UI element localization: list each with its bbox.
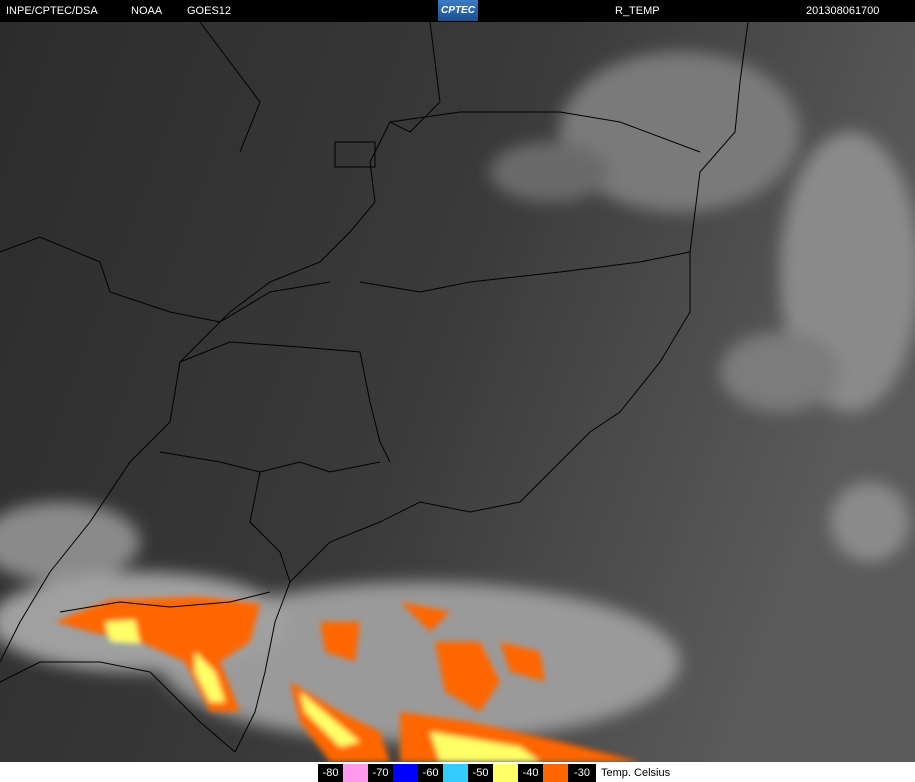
legend-swatch-orange <box>543 764 568 782</box>
source-label: INPE/CPTEC/DSA <box>6 5 98 17</box>
legend-swatch-cyan <box>443 764 468 782</box>
legend-swatch-pink <box>343 764 368 782</box>
timestamp-label: 201308061700 <box>806 5 880 17</box>
product-label: R_TEMP <box>615 5 660 17</box>
temperature-legend: -80 -70 -60 -50 -40 -30 Temp. Celsius <box>0 762 915 782</box>
legend-unit: Temp. Celsius <box>601 767 671 779</box>
header-bar: INPE/CPTEC/DSA NOAA GOES12 CPTEC R_TEMP … <box>0 0 915 22</box>
legend-label--40: -40 <box>518 764 543 782</box>
satellite-label: GOES12 <box>187 5 232 17</box>
satellite-image <box>0 22 915 762</box>
legend-swatch-yellow <box>493 764 518 782</box>
legend-label--50: -50 <box>468 764 493 782</box>
agency-label: NOAA <box>131 5 163 17</box>
legend-swatch-blue <box>393 764 418 782</box>
legend-label--30: -30 <box>568 764 596 782</box>
cptec-logo: CPTEC <box>438 0 478 21</box>
legend-label--70: -70 <box>368 764 393 782</box>
legend-label--80: -80 <box>318 764 343 782</box>
legend-label--60: -60 <box>418 764 443 782</box>
